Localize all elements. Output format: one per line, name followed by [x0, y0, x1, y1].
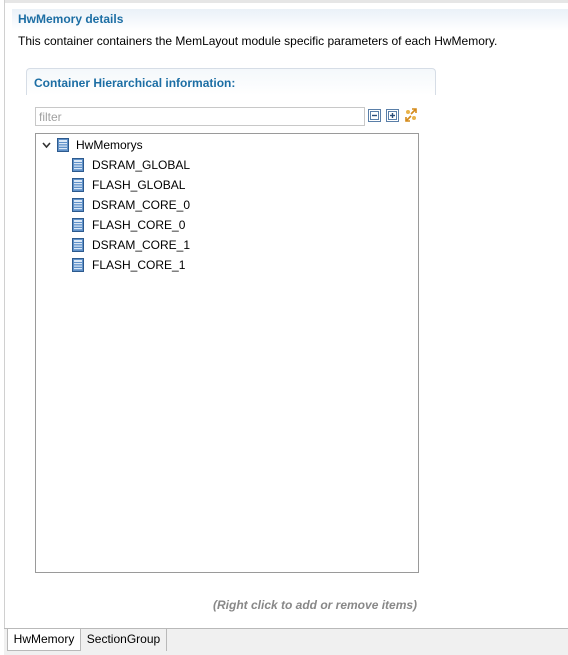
tree-item[interactable]: FLASH_GLOBAL — [72, 175, 372, 195]
container-icon — [72, 198, 84, 212]
filter-input[interactable] — [35, 107, 365, 126]
tree-root-label: HwMemorys — [76, 138, 143, 152]
container-icon — [72, 158, 84, 172]
expand-all-icon[interactable] — [386, 109, 399, 122]
container-icon — [72, 258, 84, 272]
container-icon — [57, 138, 69, 152]
tree-item-label: FLASH_CORE_1 — [92, 258, 186, 272]
context-hint: (Right click to add or remove items) — [213, 598, 418, 612]
tree-item-label: FLASH_GLOBAL — [92, 178, 186, 192]
container-icon — [72, 238, 84, 252]
container-icon — [72, 178, 84, 192]
link-with-editor-icon[interactable] — [403, 107, 419, 123]
container-tree[interactable]: HwMemorys DSRAM_GLOBAL FLASH_GLOBAL DSRA… — [35, 133, 419, 573]
tree-root[interactable]: HwMemorys — [42, 135, 412, 155]
tree-item[interactable]: FLASH_CORE_0 — [72, 215, 372, 235]
section-title: HwMemory details — [18, 12, 124, 26]
tab-hwmemory[interactable]: HwMemory — [7, 629, 81, 651]
section-description: This container containers the MemLayout … — [18, 34, 498, 48]
container-icon — [72, 218, 84, 232]
chevron-down-icon[interactable] — [42, 141, 51, 149]
collapse-all-icon[interactable] — [368, 109, 381, 122]
tree-item-label: DSRAM_CORE_0 — [92, 198, 191, 212]
tree-item-label: DSRAM_CORE_1 — [92, 238, 191, 252]
tree-item[interactable]: DSRAM_CORE_1 — [72, 235, 372, 255]
tree-item-label: FLASH_CORE_0 — [92, 218, 186, 232]
group-title: Container Hierarchical information: — [34, 76, 236, 90]
tree-item[interactable]: DSRAM_CORE_0 — [72, 195, 372, 215]
tab-sectiongroup[interactable]: SectionGroup — [81, 629, 167, 651]
tree-item[interactable]: FLASH_CORE_1 — [72, 255, 372, 275]
tree-item-label: DSRAM_GLOBAL — [92, 158, 191, 172]
tree-item[interactable]: DSRAM_GLOBAL — [72, 155, 372, 175]
